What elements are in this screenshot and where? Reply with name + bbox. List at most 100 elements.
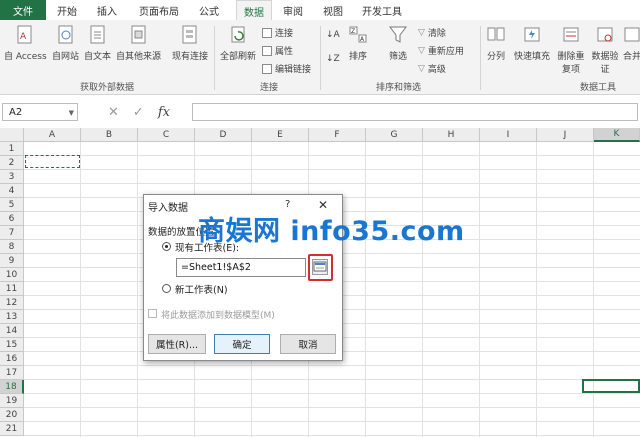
- active-cell[interactable]: [582, 379, 640, 393]
- column-header-j[interactable]: J: [537, 128, 594, 142]
- flash-fill-button[interactable]: 快速填充: [514, 24, 550, 62]
- data-validation-label: 数据验证: [591, 52, 619, 75]
- row-header-4[interactable]: 4: [0, 184, 24, 198]
- remove-duplicates-button[interactable]: 删除重复项: [556, 24, 586, 75]
- existing-sheet-radio[interactable]: [162, 242, 171, 251]
- row-header-20[interactable]: 20: [0, 408, 24, 422]
- tab-data[interactable]: 数据: [236, 0, 272, 22]
- formula-controls: ✕ ✓ fx: [108, 103, 188, 121]
- data-model-checkbox[interactable]: [148, 309, 157, 318]
- row-header-15[interactable]: 15: [0, 338, 24, 352]
- sort-button[interactable]: ZA 排序: [348, 24, 368, 62]
- column-header-d[interactable]: D: [195, 128, 252, 142]
- new-sheet-radio[interactable]: [162, 284, 171, 293]
- edit-links-button[interactable]: 编辑链接: [262, 62, 311, 75]
- row-header-2[interactable]: 2: [0, 156, 24, 170]
- column-header-h[interactable]: H: [423, 128, 480, 142]
- data-model-label: 将此数据添加到数据模型(M): [161, 311, 275, 321]
- chevron-down-icon[interactable]: ▼: [69, 109, 74, 117]
- row-header-9[interactable]: 9: [0, 254, 24, 268]
- tab-insert[interactable]: 插入: [92, 0, 122, 20]
- from-text-button[interactable]: 自文本: [84, 24, 111, 62]
- from-other-sources-button[interactable]: 自其他来源: [116, 24, 161, 62]
- cancel-x-icon[interactable]: ✕: [108, 105, 119, 120]
- tab-formulas[interactable]: 公式: [194, 0, 224, 20]
- filter-button[interactable]: 筛选: [388, 24, 408, 62]
- new-sheet-label: 新工作表(N): [175, 285, 228, 296]
- column-header-f[interactable]: F: [309, 128, 366, 142]
- ok-button[interactable]: 确定: [214, 334, 270, 354]
- flash-fill-icon: [524, 27, 540, 42]
- row-header-21[interactable]: 21: [0, 422, 24, 436]
- tab-view[interactable]: 视图: [318, 0, 348, 20]
- row-header-10[interactable]: 10: [0, 268, 24, 282]
- remove-duplicates-label: 删除重复项: [557, 52, 585, 75]
- row-header-14[interactable]: 14: [0, 324, 24, 338]
- row-header-19[interactable]: 19: [0, 394, 24, 408]
- sort-za-icon: ↓Z: [326, 54, 340, 64]
- tab-page-layout[interactable]: 页面布局: [134, 0, 184, 20]
- properties-button[interactable]: 属性: [262, 44, 293, 57]
- existing-connections-button[interactable]: 现有连接: [172, 24, 208, 62]
- properties-dialog-button[interactable]: 属性(R)...: [148, 334, 206, 354]
- row-header-18[interactable]: 18: [0, 380, 24, 394]
- column-header-b[interactable]: B: [81, 128, 138, 142]
- column-header-e[interactable]: E: [252, 128, 309, 142]
- group-label-data-tools: 数据工具: [580, 83, 617, 93]
- reapply-icon: ▽: [418, 45, 425, 56]
- consolidate-button[interactable]: 合并: [622, 24, 640, 62]
- row-header-7[interactable]: 7: [0, 226, 24, 240]
- row-header-17[interactable]: 17: [0, 366, 24, 380]
- column-header-a[interactable]: A: [24, 128, 81, 142]
- refresh-all-label: 全部刷新: [220, 52, 257, 62]
- group-label-connections: 连接: [260, 83, 279, 93]
- web-icon: [58, 25, 72, 44]
- from-access-label: 自 Access: [4, 52, 47, 62]
- from-access-button[interactable]: A 自 Access: [4, 24, 47, 62]
- column-header-c[interactable]: C: [138, 128, 195, 142]
- insert-function-icon[interactable]: fx: [158, 105, 170, 120]
- refresh-all-button[interactable]: 全部刷新: [220, 24, 256, 62]
- ribbon: A 自 Access 自网站 自文本 自其他来源 现有连接 获取外部数据 全部刷…: [0, 20, 640, 95]
- advanced-filter-button[interactable]: ▽ 高级: [418, 62, 446, 76]
- sort-az-button[interactable]: ↓A: [326, 30, 340, 40]
- checkmark-icon[interactable]: ✓: [133, 105, 144, 120]
- filter-label: 筛选: [388, 52, 407, 62]
- row-header-1[interactable]: 1: [0, 142, 24, 156]
- row-header-12[interactable]: 12: [0, 296, 24, 310]
- edit-links-label: 编辑链接: [275, 65, 312, 75]
- sort-za-button[interactable]: ↓Z: [326, 54, 340, 64]
- sort-icon: ZA: [349, 26, 367, 43]
- row-header-6[interactable]: 6: [0, 212, 24, 226]
- sort-label: 排序: [348, 52, 367, 62]
- tab-home[interactable]: 开始: [52, 0, 82, 20]
- column-header-k[interactable]: K: [594, 128, 640, 142]
- clear-filter-button[interactable]: ▽ 清除: [418, 26, 446, 40]
- from-web-button[interactable]: 自网站: [52, 24, 79, 62]
- data-validation-button[interactable]: 数据验证: [590, 24, 620, 75]
- column-header-g[interactable]: G: [366, 128, 423, 142]
- connections-button[interactable]: 连接: [262, 26, 293, 39]
- row-header-13[interactable]: 13: [0, 310, 24, 324]
- tab-file[interactable]: 文件: [0, 0, 46, 20]
- row-header-11[interactable]: 11: [0, 282, 24, 296]
- cancel-button[interactable]: 取消: [280, 334, 336, 354]
- reference-input[interactable]: =Sheet1!$A$2: [176, 258, 306, 277]
- row-header-8[interactable]: 8: [0, 240, 24, 254]
- tab-review[interactable]: 审阅: [278, 0, 308, 20]
- row-header-16[interactable]: 16: [0, 352, 24, 366]
- group-separator: [480, 26, 481, 90]
- formula-input[interactable]: [192, 103, 638, 121]
- from-text-label: 自文本: [84, 52, 112, 62]
- consolidate-icon: [624, 27, 640, 42]
- select-all-corner[interactable]: [0, 128, 24, 142]
- clear-filter-icon: ▽: [418, 27, 425, 38]
- name-box[interactable]: A2 ▼: [2, 103, 78, 121]
- tab-developer[interactable]: 开发工具: [360, 0, 404, 20]
- text-to-columns-button[interactable]: 分列: [486, 24, 506, 62]
- row-header-3[interactable]: 3: [0, 170, 24, 184]
- column-header-i[interactable]: I: [480, 128, 537, 142]
- reapply-button[interactable]: ▽ 重新应用: [418, 44, 464, 58]
- row-header-5[interactable]: 5: [0, 198, 24, 212]
- group-separator: [320, 26, 321, 90]
